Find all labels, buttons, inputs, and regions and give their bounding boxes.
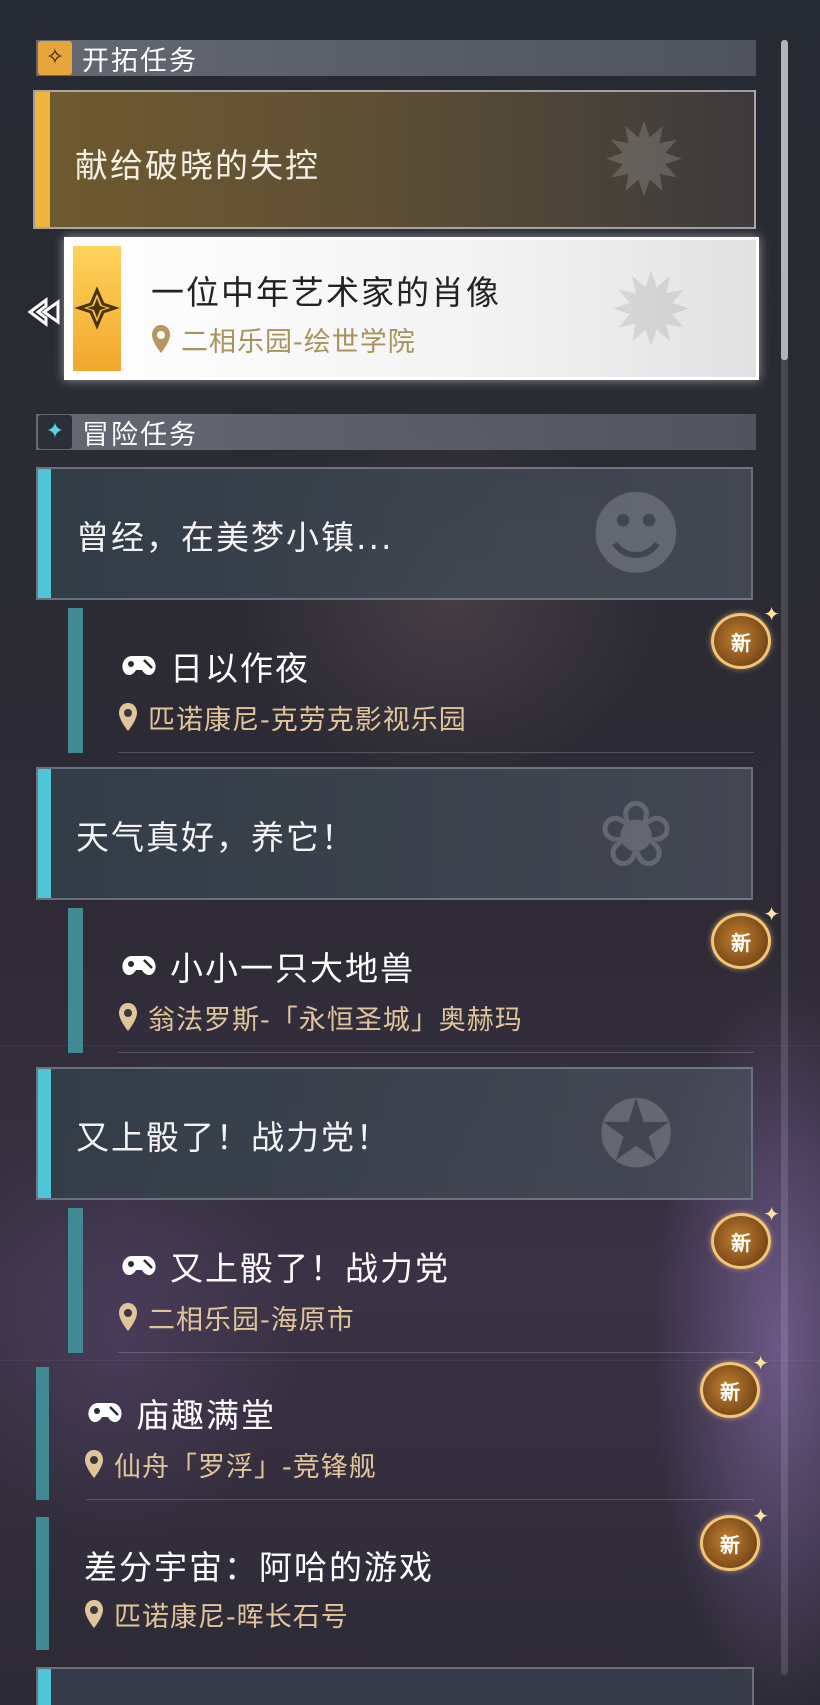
adventure-quest-card[interactable]: [36, 1667, 754, 1705]
new-badge: 新: [711, 1202, 780, 1269]
adventure-gamepad-icon: [88, 1403, 122, 1423]
section-label: 冒险任务: [82, 419, 198, 451]
quest-emblem-icon: ❀: [597, 781, 675, 888]
main-quest-title: 献给破晓的失控: [75, 146, 320, 185]
adventure-section-header: ✦ 冒险任务: [36, 414, 756, 451]
subquest-name: 一位中年艺术家的肖像: [151, 273, 501, 312]
section-label: 开拓任务: [82, 45, 198, 77]
selected-subquest-card[interactable]: 一位中年艺术家的肖像 二相乐园-绘世学院 ✹: [64, 237, 759, 380]
subquest-bar: [36, 1517, 49, 1650]
subquest-name: 庙趣满堂: [136, 1396, 276, 1435]
scrollbar-thumb[interactable]: [781, 40, 788, 360]
trailblaze-emblem-icon: [73, 246, 121, 371]
location-pin-icon: [152, 324, 170, 353]
adventure-quest-card[interactable]: 曾经，在美梦小镇... ☻: [36, 467, 753, 600]
subquest-item[interactable]: 小小一只大地兽 翁法罗斯-「永恒圣城」奥赫玛: [68, 908, 754, 1053]
location-text: 匹诺康尼-克劳克影视乐园: [148, 705, 467, 736]
trailblaze-section-header: ✧ 开拓任务: [36, 40, 756, 77]
subquest-item[interactable]: 差分宇宙：阿哈的游戏 匹诺康尼-晖长石号: [36, 1517, 754, 1650]
subquest-item[interactable]: 又上骰了！战力党 二相乐园-海原市: [68, 1208, 754, 1353]
four-point-star-icon: ✦: [38, 415, 72, 449]
location-text: 匹诺康尼-晖长石号: [114, 1602, 349, 1633]
divider: [86, 1499, 754, 1500]
quest-accent-bar: [35, 92, 50, 227]
quest-emblem-icon: ✹: [609, 252, 693, 369]
quest-emblem-icon: ☻: [588, 481, 684, 588]
quest-emblem-icon: ✹: [602, 102, 686, 219]
location-text: 翁法罗斯-「永恒圣城」奥赫玛: [148, 1005, 523, 1036]
subquest-bar: [68, 1208, 83, 1353]
subquest-bar: [68, 908, 83, 1053]
adventure-quest-card[interactable]: 又上骰了！战力党！ ✪: [36, 1067, 753, 1200]
adventure-gamepad-icon: [122, 656, 156, 676]
quest-title: 天气真好，养它！: [76, 818, 356, 857]
background-seam: [0, 1360, 820, 1361]
new-badge: 新: [711, 602, 780, 669]
subquest-name: 日以作夜: [170, 649, 310, 688]
new-badge: 新: [711, 902, 780, 969]
location-pin-icon: [85, 1449, 103, 1478]
quest-title: 曾经，在美梦小镇...: [76, 518, 394, 557]
subquest-item[interactable]: 庙趣满堂 仙舟「罗浮」-竞锋舰: [36, 1367, 754, 1500]
adventure-gamepad-icon: [122, 1256, 156, 1276]
adventure-gamepad-icon: [122, 956, 156, 976]
subquest-bar: [36, 1367, 49, 1500]
quest-accent-bar: [38, 1669, 51, 1705]
subquest-bar: [68, 608, 83, 753]
location-pin-icon: [119, 1302, 137, 1331]
new-badge: 新: [700, 1351, 769, 1418]
location-pin-icon: [119, 1002, 137, 1031]
quest-accent-bar: [38, 1069, 51, 1198]
location-pin-icon: [85, 1599, 103, 1628]
new-badge: 新: [700, 1504, 769, 1571]
subquest-name: 差分宇宙：阿哈的游戏: [84, 1548, 434, 1587]
quest-accent-bar: [38, 769, 51, 898]
subquest-name: 小小一只大地兽: [170, 949, 415, 988]
subquest-location: 二相乐园-绘世学院: [151, 320, 416, 359]
quest-emblem-icon: ✪: [597, 1081, 675, 1188]
main-quest-card[interactable]: 献给破晓的失控 ✹: [33, 90, 756, 229]
subquest-name: 又上骰了！战力党: [170, 1249, 450, 1288]
location-text: 二相乐园-绘世学院: [181, 327, 416, 358]
adventure-quest-card[interactable]: 天气真好，养它！ ❀: [36, 767, 753, 900]
location-pin-icon: [119, 702, 137, 731]
location-text: 二相乐园-海原市: [148, 1305, 355, 1336]
four-point-star-icon: ✧: [38, 41, 72, 75]
subquest-item[interactable]: 日以作夜 匹诺康尼-克劳克影视乐园: [68, 608, 754, 753]
location-text: 仙舟「罗浮」-竞锋舰: [114, 1452, 377, 1483]
divider: [118, 1352, 754, 1353]
tracking-arrow-icon[interactable]: [26, 292, 66, 332]
quest-accent-bar: [38, 469, 51, 598]
divider: [118, 752, 754, 753]
quest-title: 又上骰了！战力党！: [76, 1118, 391, 1157]
divider: [118, 1052, 754, 1053]
